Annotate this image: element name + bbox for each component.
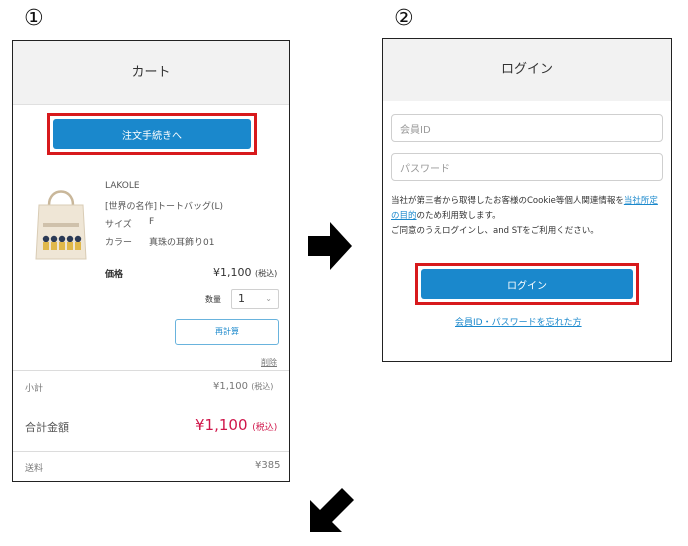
step-1-number: ① <box>24 6 44 31</box>
password-input[interactable]: パスワード <box>391 153 663 181</box>
color-label: カラー <box>105 238 133 248</box>
member-id-placeholder: 会員ID <box>400 124 431 136</box>
divider <box>13 370 289 371</box>
forgot-credentials-link[interactable]: 会員ID・パスワードを忘れた方 <box>455 315 582 328</box>
notice-line-2: ご同意のうえログインし、and STをご利用ください。 <box>391 226 599 236</box>
total-amount: ¥1,100 <box>195 416 248 434</box>
quantity-value: 1 <box>238 292 245 305</box>
delete-link[interactable]: 削除 <box>261 357 277 368</box>
page-title: ログイン <box>500 62 553 77</box>
divider <box>13 451 289 452</box>
quantity-select[interactable]: 1 ⌄ <box>231 289 279 309</box>
shipping-label: 送料 <box>25 464 44 474</box>
header-divider <box>13 104 289 105</box>
total-label: 合計金額 <box>25 421 69 434</box>
subtotal-amount: ¥1,100 <box>213 381 248 392</box>
size-label: サイズ <box>105 220 132 230</box>
checkout-button[interactable]: 注文手続きへ <box>53 119 251 149</box>
login-panel: ログイン 会員ID パスワード 当社が第三者から取得したお客様のCookie等個… <box>382 38 672 362</box>
recalc-button[interactable]: 再計算 <box>175 319 279 345</box>
tote-bag-icon <box>35 190 87 260</box>
price-value: ¥1,100 (税込) <box>213 266 277 279</box>
member-id-input[interactable]: 会員ID <box>391 114 663 142</box>
step-2-number: ② <box>394 6 414 31</box>
product-image[interactable] <box>31 183 91 261</box>
subtotal-label: 小計 <box>25 384 44 394</box>
product-brand: LAKOLE <box>105 181 140 191</box>
arrow-down-left-icon <box>310 488 354 532</box>
color-value: 真珠の耳飾り01 <box>149 238 215 248</box>
price-tax: (税込) <box>255 269 278 278</box>
price-label: 価格 <box>105 270 124 280</box>
chevron-down-icon: ⌄ <box>265 294 272 303</box>
shipping-value: ¥385 <box>255 460 281 471</box>
subtotal-tax: (税込) <box>251 382 274 391</box>
login-button[interactable]: ログイン <box>421 269 633 299</box>
page-title: カート <box>131 65 171 80</box>
cart-panel: カート 注文手続きへ LAKOLE [世界の名作]トートバッグ(L) サイズ F… <box>12 40 290 482</box>
total-tax: (税込) <box>252 423 278 433</box>
product-name[interactable]: [世界の名作]トートバッグ(L) <box>105 199 223 212</box>
login-header: ログイン <box>383 39 671 101</box>
arrow-right-icon <box>308 222 352 270</box>
password-placeholder: パスワード <box>400 163 450 175</box>
notice-text: 当社が第三者から取得したお客様のCookie等個人関連情報を <box>391 196 624 206</box>
notice-text: のため利用致します。 <box>416 211 501 221</box>
total-value: ¥1,100 (税込) <box>195 416 277 434</box>
price-amount: ¥1,100 <box>213 266 252 279</box>
cart-header: カート <box>13 41 289 104</box>
subtotal-value: ¥1,100 (税込) <box>213 381 273 392</box>
size-value: F <box>149 217 155 227</box>
cookie-notice: 当社が第三者から取得したお客様のCookie等個人関連情報を当社所定の目的のため… <box>391 194 665 239</box>
quantity-label: 数量 <box>205 295 221 304</box>
